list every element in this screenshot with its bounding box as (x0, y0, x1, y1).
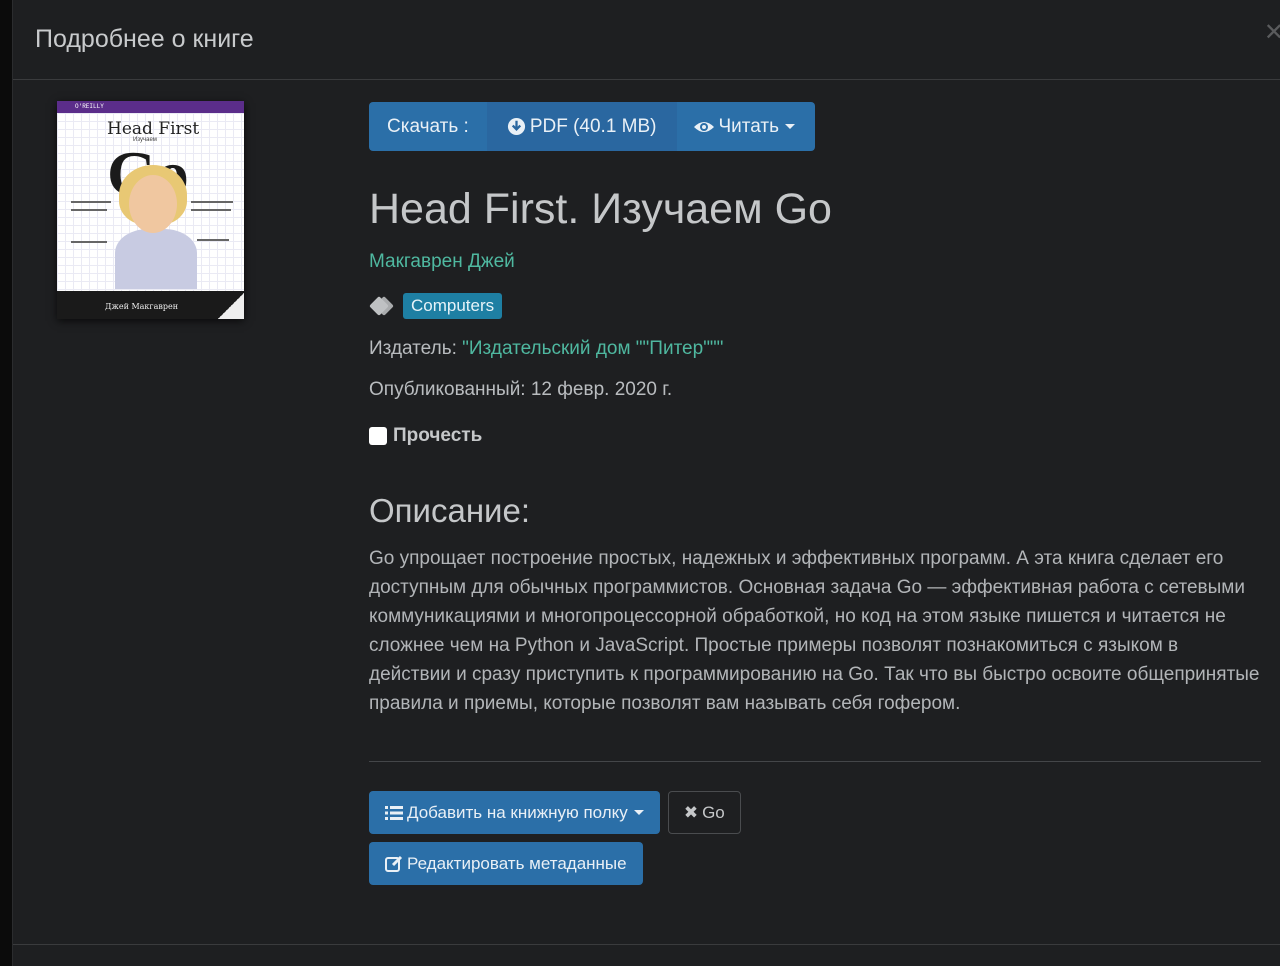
caret-down-icon (785, 124, 796, 129)
download-pdf-label: PDF (40.1 MB) (529, 115, 657, 137)
eye-icon (693, 121, 714, 132)
cover-figure-face (129, 175, 177, 233)
book-title: Head First. Изучаем Go (369, 185, 832, 233)
page-backdrop (0, 0, 12, 966)
caret-down-icon (633, 810, 644, 815)
read-dropdown-button[interactable]: Читать (677, 102, 816, 151)
modal-footer-divider (13, 944, 1280, 945)
cover-blurb (197, 239, 229, 241)
tags-icon (369, 296, 395, 316)
publisher-label: Издатель: (369, 338, 457, 359)
go-button-label: Go (702, 802, 725, 822)
download-pdf-button[interactable]: PDF (40.1 MB) (486, 102, 677, 151)
publisher-row: Издатель: "Издательский дом ""Питер""" (369, 338, 1261, 360)
read-checkbox[interactable] (369, 427, 387, 445)
publisher-link[interactable]: "Издательский дом ""Питер""" (462, 338, 723, 359)
download-button-group: Скачать : PDF (40.1 MB) Читать (369, 102, 816, 151)
cover-blurb (71, 201, 111, 203)
cover-blurb (191, 201, 233, 203)
tags-row: Computers (369, 293, 1261, 319)
download-label: Скачать : (387, 115, 469, 137)
cover-blurb (191, 209, 231, 211)
divider (369, 761, 1261, 762)
book-details-modal: Подробнее о книге ✕ O'REILLY Head First … (12, 0, 1280, 966)
actions-row: Добавить на книжную полку ✖ Go (369, 791, 1261, 834)
book-details-content: Скачать : PDF (40.1 MB) Читать Head Firs… (369, 102, 1261, 885)
book-cover: O'REILLY Head First Изучаем Go Джей Макг… (57, 101, 244, 319)
edit-icon (385, 855, 403, 872)
description-heading: Описание: (369, 492, 531, 529)
edit-metadata-label: Редактировать метаданные (407, 853, 627, 873)
modal-header: Подробнее о книге ✕ (13, 0, 1280, 80)
read-checkbox-row[interactable]: Прочесть (369, 425, 1261, 447)
download-icon (507, 117, 525, 136)
list-icon (385, 805, 403, 820)
modal-title: Подробнее о книге (35, 25, 254, 53)
cover-brand: O'REILLY (75, 103, 104, 110)
cover-page-curl (218, 293, 244, 319)
go-button[interactable]: ✖ Go (667, 791, 741, 834)
add-to-shelf-label: Добавить на книжную полку (407, 802, 628, 822)
close-icon[interactable]: ✕ (1264, 18, 1280, 47)
edit-metadata-button[interactable]: Редактировать метаданные (369, 842, 643, 885)
author-link[interactable]: Макгаврен Джей (369, 251, 1261, 273)
description-text: Go упрощает построение простых, надежных… (369, 548, 1260, 714)
cover-author: Джей Макгаврен (105, 302, 179, 311)
read-label: Читать (718, 115, 780, 137)
close-icon: ✖ (683, 802, 699, 822)
published-date: Опубликованный: 12 февр. 2020 г. (369, 379, 673, 400)
add-to-shelf-button[interactable]: Добавить на книжную полку (369, 791, 660, 834)
cover-blurb (71, 241, 107, 243)
cover-blurb (71, 209, 107, 211)
cover-series: Head First (107, 119, 200, 139)
tag-computers[interactable]: Computers (403, 293, 503, 319)
cover-figure-body (115, 229, 197, 289)
read-checkbox-label: Прочесть (393, 425, 483, 446)
